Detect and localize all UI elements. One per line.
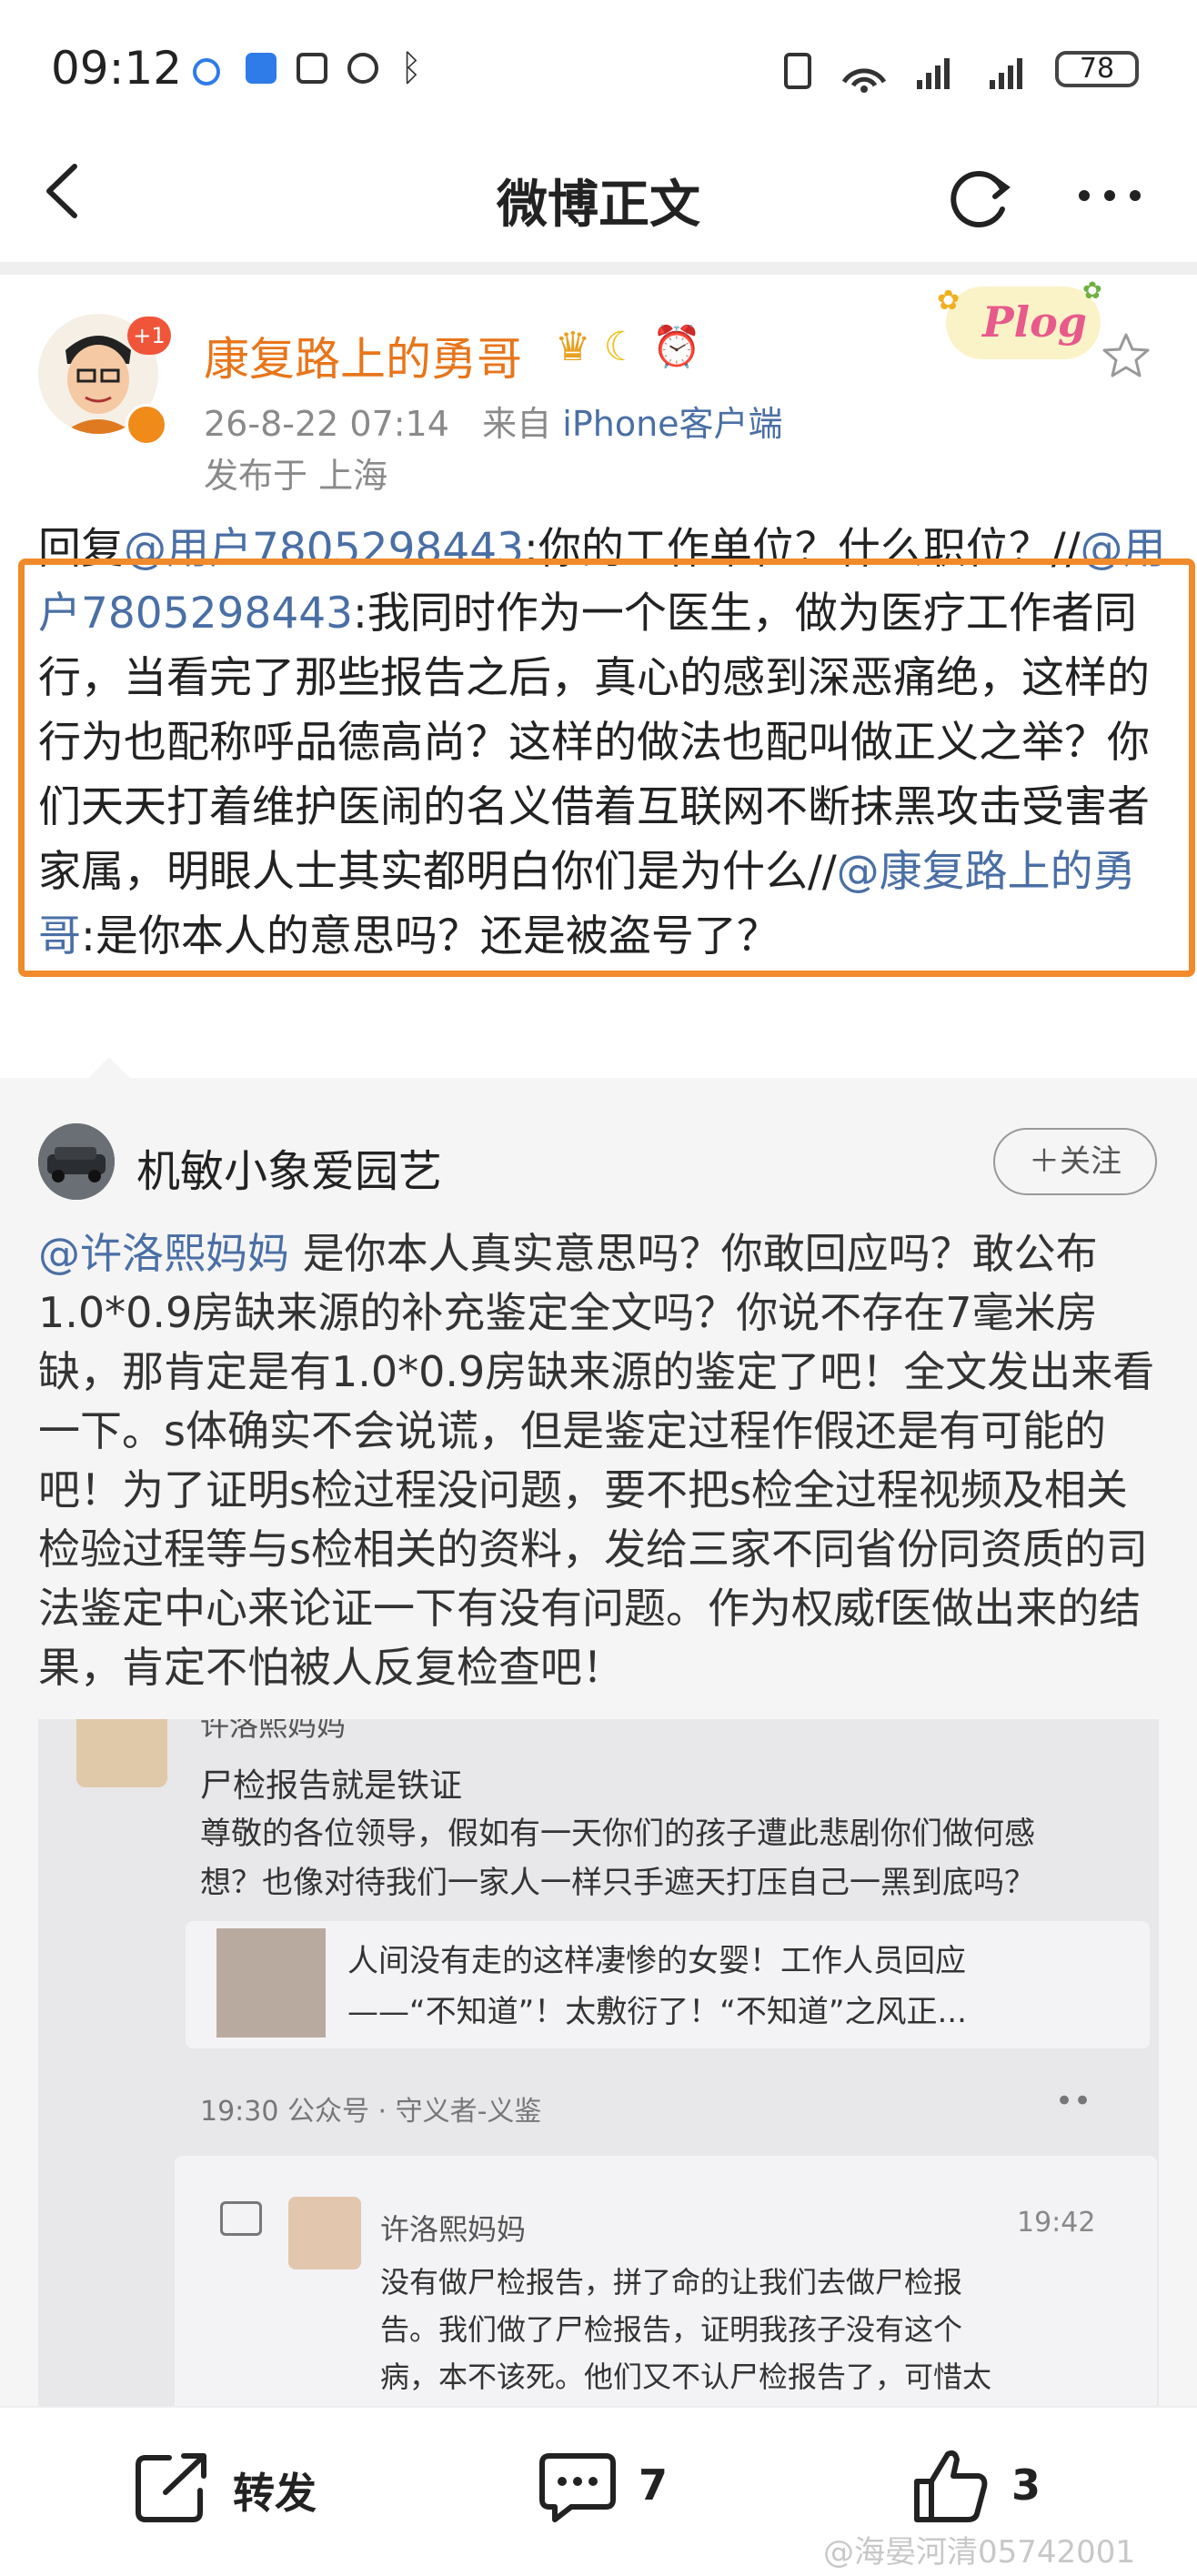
repost-icon[interactable] [133,2449,215,2525]
quoted-post-body: @许洛熙妈妈 是你本人真实意思吗？你敢回应吗？敢公布1.0*0.9房缺来源的补充… [38,1224,1166,1697]
plog-sticker: Plog ✿ ✿ [928,277,1119,377]
image-comment-time: 19:42 [1017,2207,1096,2239]
image-comment-avatar [288,2197,361,2269]
image-line-2: 尊敬的各位领导，假如有一天你们的孩子遭此悲剧你们做何感 [200,1816,1035,1852]
image-comment-line-1: 没有做尸检报告，拼了命的让我们去做尸检报 [380,2265,963,2299]
repost-button-label[interactable]: 转发 [233,2460,317,2521]
image-comment-line-3: 病，本不该死。他们又不认尸检报告了，可惜太 [380,2360,992,2394]
image-top-name: 许洛熙妈妈 [200,1719,347,1743]
nav-divider [0,262,1197,275]
verified-badge-icon [126,404,167,446]
image-comment-icon [220,2201,262,2236]
status-time: 09:12 [51,42,183,95]
crown-icon: ♛ [555,324,591,370]
like-thumbs-up-icon[interactable] [910,2445,991,2527]
comment-count[interactable]: 7 [639,2460,668,2510]
quoted-author-avatar[interactable] [38,1123,115,1200]
author-name[interactable]: 康复路上的勇哥 [204,323,522,388]
notification-badge: +1 [127,317,171,355]
weibo-watermark: @海晏河清05742001 [823,2534,1136,2571]
article-meta: 19:30 公众号 · 守义者-义鉴 [200,2096,542,2128]
quote-arrow [87,1057,131,1079]
post-source: iPhone客户端 [562,404,783,444]
status-signal-icons [784,53,1022,93]
feishu-icon [246,53,277,84]
favorite-star-icon[interactable] [1099,329,1153,384]
post-location: 发布于 上海 [204,456,388,496]
follow-button[interactable]: ＋关注 [993,1128,1157,1195]
battery-indicator: 78 [1055,51,1139,87]
image-comment-line-2: 告。我们做了尸检报告，证明我孩子没有这个 [380,2312,963,2347]
status-bar: 09:12 ᛒ 78 [0,0,1197,136]
moon-icon: ☾ [603,324,639,370]
image-more-dots: •• [1055,2083,1092,2119]
like-count[interactable]: 3 [1011,2460,1041,2510]
quoted-post-text: 是你本人真实意思吗？你敢回应吗？敢公布1.0*0.9房缺来源的补充鉴定全文吗？你… [38,1229,1155,1692]
post-meta: 26-8-22 07:14 来自 iPhone客户端 [204,396,783,446]
comment-icon[interactable] [537,2449,619,2525]
image-line-1: 尸检报告就是铁证 [200,1767,463,1805]
post-date: 26-8-22 07:14 [204,404,449,444]
image-comment-name: 许洛熙妈妈 [380,2212,527,2247]
article-thumbnail [216,1928,326,2038]
plog-text: Plog [982,297,1087,347]
source-prefix: 来自 [482,404,552,444]
refresh-icon[interactable] [946,162,1019,235]
highlight-annotation-box [18,558,1195,977]
article-title: 人间没有走的这样凄惨的女婴！工作人员回应 [347,1943,966,1979]
bluetooth-icon: ᛒ [400,47,422,89]
alarm-icon [347,53,378,84]
image-avatar [76,1719,167,1787]
author-badges: ♛ ☾ ⏰ [555,323,702,370]
quoted-author-name[interactable]: 机敏小象爱园艺 [136,1135,442,1199]
app-notification-icon [193,58,220,86]
post-image[interactable]: 许洛熙妈妈 尸检报告就是铁证 尊敬的各位领导，假如有一天你们的孩子遭此悲剧你们做… [38,1719,1159,2406]
alarm-clock-icon: ⏰ [651,324,702,370]
more-options-icon[interactable] [1073,177,1146,214]
mention-link[interactable]: @许洛熙妈妈 [38,1229,289,1278]
article-subtitle: ——“不知道”！太敷衍了！“不知道”之风正... [347,1994,967,2030]
nfc-icon [297,53,327,84]
image-line-3: 想？也像对待我们一家人一样只手遮天打压自己一黑到底吗？ [200,1865,1035,1901]
